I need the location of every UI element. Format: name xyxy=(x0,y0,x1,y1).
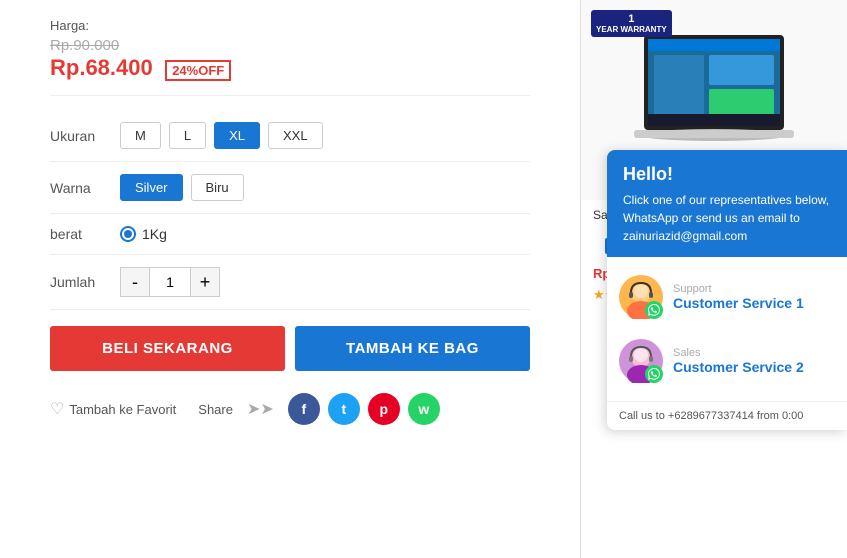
agent-1-name: Customer Service 1 xyxy=(673,295,835,311)
agent-1-info: Support Customer Service 1 xyxy=(673,283,835,311)
social-row: ♡ Tambah ke Favorit Share ➤➤ f t p w xyxy=(50,387,530,425)
size-l[interactable]: L xyxy=(169,122,206,149)
qty-label: Jumlah xyxy=(50,274,120,290)
agent-1-wa-badge xyxy=(645,301,663,319)
agent-1-avatar xyxy=(619,275,663,319)
size-xxl[interactable]: XXL xyxy=(268,122,323,149)
action-buttons: BELI SEKARANG TAMBAH KE BAG xyxy=(50,326,530,371)
twitter-share-button[interactable]: t xyxy=(328,393,360,425)
qty-minus-button[interactable]: - xyxy=(120,267,150,297)
size-m[interactable]: M xyxy=(120,122,161,149)
weight-label: berat xyxy=(50,226,120,242)
color-options: Silver Biru xyxy=(120,174,244,201)
agent-2-item[interactable]: Sales Customer Service 2 xyxy=(607,329,847,393)
warranty-badge: 1 YEAR WARRANTY xyxy=(591,10,672,37)
qty-row: Jumlah - 1 + xyxy=(50,255,530,310)
facebook-share-button[interactable]: f xyxy=(288,393,320,425)
product-panel: Harga: Rp.90.000 Rp.68.400 24%OFF Ukuran… xyxy=(0,0,560,558)
agent-1-type: Support xyxy=(673,283,835,295)
size-row: Ukuran M L XL XXL xyxy=(50,110,530,162)
color-row: Warna Silver Biru xyxy=(50,162,530,214)
warranty-year: 1 xyxy=(628,13,634,25)
chat-body: Click one of our representatives below, … xyxy=(623,191,831,245)
agent-2-wa-badge xyxy=(645,365,663,383)
agent-2-name: Customer Service 2 xyxy=(673,359,835,375)
whatsapp-share-button[interactable]: w xyxy=(408,393,440,425)
chat-header: Hello! Click one of our representatives … xyxy=(607,150,847,257)
color-biru[interactable]: Biru xyxy=(191,174,244,201)
favorite-label: Tambah ke Favorit xyxy=(69,402,176,417)
price-section: Harga: Rp.90.000 Rp.68.400 24%OFF xyxy=(50,18,530,96)
color-label: Warna xyxy=(50,180,120,196)
agent-2-info: Sales Customer Service 2 xyxy=(673,347,835,375)
heart-icon: ♡ xyxy=(50,399,64,419)
weight-value: 1Kg xyxy=(142,226,167,242)
price-current: Rp.68.400 xyxy=(50,55,153,81)
color-silver[interactable]: Silver xyxy=(120,174,183,201)
chat-footer: Call us to +6289677337414 from 0:00 xyxy=(607,401,847,430)
price-label: Harga: xyxy=(50,18,530,33)
favorite-button[interactable]: ♡ Tambah ke Favorit xyxy=(50,399,176,419)
agent-1-item[interactable]: Support Customer Service 1 xyxy=(607,265,847,329)
agent-2-type: Sales xyxy=(673,347,835,359)
share-label: Share xyxy=(198,402,233,417)
chat-agents: Support Customer Service 1 xyxy=(607,257,847,401)
warranty-label: YEAR WARRANTY xyxy=(596,25,667,34)
size-label: Ukuran xyxy=(50,128,120,144)
qty-controls: - 1 + xyxy=(120,267,220,297)
social-icons: f t p w xyxy=(288,393,440,425)
buy-now-button[interactable]: BELI SEKARANG xyxy=(50,326,285,371)
add-to-cart-button[interactable]: TAMBAH KE BAG xyxy=(295,326,530,371)
size-options: M L XL XXL xyxy=(120,122,323,149)
pinterest-share-button[interactable]: p xyxy=(368,393,400,425)
qty-value: 1 xyxy=(150,267,190,297)
weight-row: berat 1Kg xyxy=(50,214,530,255)
agent-2-avatar xyxy=(619,339,663,383)
qty-plus-button[interactable]: + xyxy=(190,267,220,297)
size-xl[interactable]: XL xyxy=(214,122,260,149)
chat-title: Hello! xyxy=(623,164,831,185)
share-arrows-icon: ➤➤ xyxy=(247,399,274,419)
weight-options: 1Kg xyxy=(120,226,167,242)
weight-radio[interactable] xyxy=(120,226,136,242)
discount-badge: 24%OFF xyxy=(165,60,231,81)
chat-popup: Hello! Click one of our representatives … xyxy=(607,150,847,430)
price-original: Rp.90.000 xyxy=(50,37,119,54)
